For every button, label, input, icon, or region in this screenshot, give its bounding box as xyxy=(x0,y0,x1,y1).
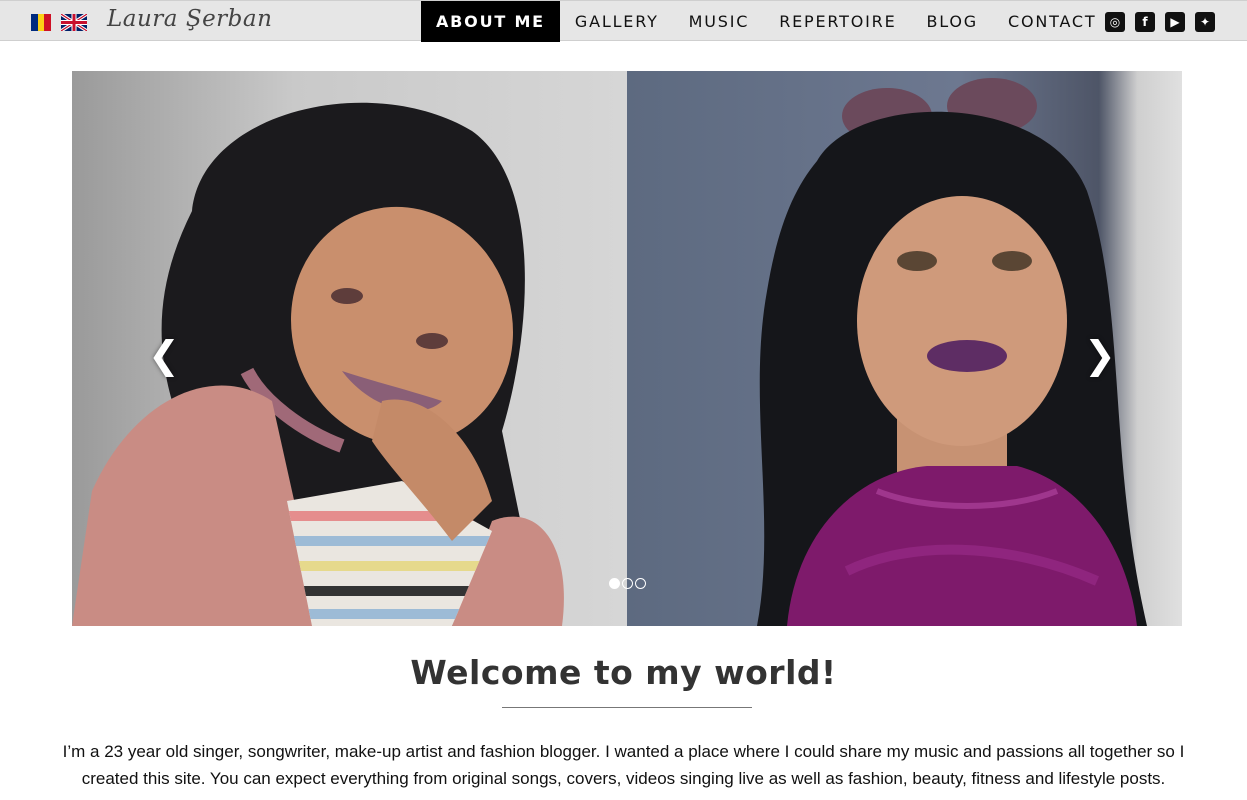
facebook-icon[interactable]: f xyxy=(1135,12,1155,32)
nav-item-contact[interactable]: CONTACT xyxy=(993,1,1111,42)
photo-carousel: ❮ ❯ xyxy=(72,71,1182,626)
nav-item-blog[interactable]: BLOG xyxy=(911,1,993,42)
carousel-next-arrow-icon[interactable]: ❯ xyxy=(1084,336,1116,374)
carousel-indicators xyxy=(609,578,646,589)
youtube-icon[interactable]: ▶ xyxy=(1165,12,1185,32)
carousel-dot-1[interactable] xyxy=(609,578,620,589)
social-links: ◎ f ▶ ✦ xyxy=(1105,12,1215,32)
title-divider xyxy=(502,707,752,708)
page-title: Welcome to my world! xyxy=(410,653,837,692)
main-menu: ABOUT ME GALLERY MUSIC REPERTOIRE BLOG C… xyxy=(421,1,1111,42)
twitter-icon[interactable]: ✦ xyxy=(1195,12,1215,32)
nav-item-gallery[interactable]: GALLERY xyxy=(560,1,674,42)
instagram-icon[interactable]: ◎ xyxy=(1105,12,1125,32)
english-flag-icon[interactable] xyxy=(61,14,87,31)
intro-paragraph: I’m a 23 year old singer, songwriter, ma… xyxy=(62,742,1185,788)
carousel-prev-arrow-icon[interactable]: ❮ xyxy=(148,336,180,374)
top-navigation-bar: Laura Şerban ABOUT ME GALLERY MUSIC REPE… xyxy=(0,0,1247,42)
site-logo[interactable]: Laura Şerban xyxy=(107,6,272,32)
nav-item-repertoire[interactable]: REPERTOIRE xyxy=(764,1,911,42)
nav-item-music[interactable]: MUSIC xyxy=(674,1,765,42)
romanian-flag-icon[interactable] xyxy=(31,14,52,31)
nav-item-about-me[interactable]: ABOUT ME xyxy=(421,1,560,42)
carousel-dot-2[interactable] xyxy=(622,578,633,589)
carousel-dot-3[interactable] xyxy=(635,578,646,589)
